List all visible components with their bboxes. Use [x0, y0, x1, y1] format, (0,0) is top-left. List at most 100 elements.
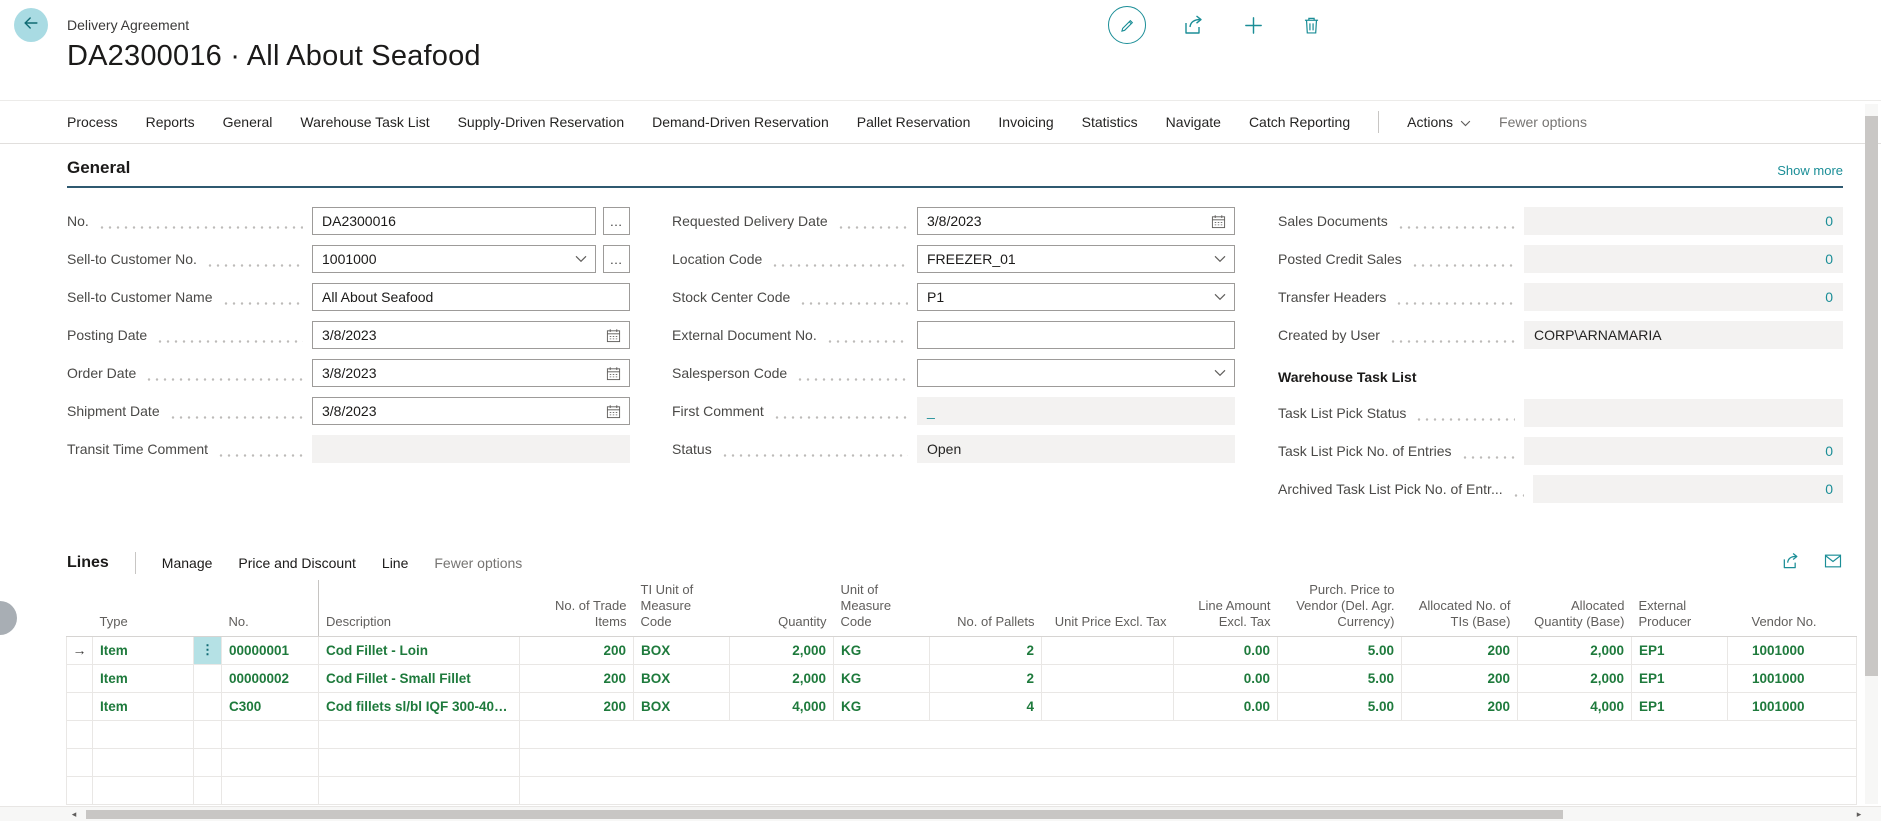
menu-item-catch-reporting[interactable]: Catch Reporting [1249, 114, 1350, 130]
col-purch-price-to-vendor[interactable]: Purch. Price to Vendor (Del. Agr. Curren… [1278, 580, 1402, 636]
cell-pallets[interactable]: 2 [930, 664, 1042, 692]
cell-allocated-tis[interactable]: 200 [1402, 664, 1518, 692]
transfer-headers-drilldown[interactable]: 0 [1825, 289, 1833, 305]
cell-purch-price[interactable]: 5.00 [1278, 636, 1402, 664]
menu-item-pallet-reservation[interactable]: Pallet Reservation [857, 114, 971, 130]
cell-line-amount[interactable]: 0.00 [1174, 636, 1278, 664]
cell-allocated-qty[interactable]: 2,000 [1518, 636, 1632, 664]
cell-description[interactable]: Cod Fillet - Small Fillet [319, 664, 520, 692]
menu-item-reports[interactable]: Reports [146, 114, 195, 130]
salesperson-code-input[interactable] [917, 359, 1235, 387]
edit-button[interactable] [1108, 6, 1146, 44]
cell-type[interactable]: Item [93, 692, 194, 720]
breadcrumb[interactable]: Delivery Agreement [67, 17, 189, 33]
menu-item-supply-driven-reservation[interactable]: Supply-Driven Reservation [458, 114, 625, 130]
horizontal-scrollbar[interactable]: ◂ ▸ [0, 806, 1881, 821]
show-more-link[interactable]: Show more [1777, 163, 1843, 178]
col-description[interactable]: Description [319, 580, 520, 636]
vertical-scrollbar[interactable] [1865, 104, 1878, 804]
cell-purch-price[interactable]: 5.00 [1278, 692, 1402, 720]
requested-delivery-date-input[interactable] [917, 207, 1235, 235]
back-button[interactable] [14, 8, 48, 42]
cell-no[interactable]: C300 [222, 692, 319, 720]
sell-to-customer-no-input[interactable] [312, 245, 596, 273]
row-menu-cell[interactable] [194, 692, 222, 720]
cell-unit-price[interactable] [1042, 636, 1174, 664]
cell-allocated-qty[interactable]: 2,000 [1518, 664, 1632, 692]
cell-quantity[interactable]: 2,000 [730, 636, 834, 664]
share-button[interactable] [1182, 13, 1206, 37]
col-no[interactable]: No. [222, 580, 319, 636]
lines-fewer-options[interactable]: Fewer options [434, 555, 522, 571]
posted-credit-sales-drilldown[interactable]: 0 [1825, 251, 1833, 267]
sales-documents-drilldown[interactable]: 0 [1825, 213, 1833, 229]
row-menu-cell[interactable] [194, 664, 222, 692]
cell-description[interactable]: Cod fillets sl/bl IQF 300-400 ... [319, 692, 520, 720]
delete-button[interactable] [1301, 15, 1322, 36]
sell-to-customer-name-input[interactable] [312, 283, 630, 311]
share-icon[interactable] [1781, 551, 1801, 574]
cell-uom[interactable]: KG [834, 636, 930, 664]
cell-pallets[interactable]: 4 [930, 692, 1042, 720]
cell-allocated-tis[interactable]: 200 [1402, 636, 1518, 664]
col-quantity[interactable]: Quantity [730, 580, 834, 636]
horizontal-scrollbar-thumb[interactable] [86, 810, 1563, 819]
cell-quantity[interactable]: 4,000 [730, 692, 834, 720]
scroll-left-icon[interactable]: ◂ [66, 807, 82, 822]
cell-vendor-no[interactable]: 1001000 [1728, 692, 1857, 720]
col-ti-unit-of-measure-code[interactable]: TI Unit of Measure Code [634, 580, 730, 636]
no-assist-button[interactable]: … [603, 207, 630, 235]
menu-item-process[interactable]: Process [67, 114, 118, 130]
stock-center-code-input[interactable] [917, 283, 1235, 311]
menu-item-warehouse-task-list[interactable]: Warehouse Task List [300, 114, 429, 130]
col-no-of-pallets[interactable]: No. of Pallets [930, 580, 1042, 636]
menu-item-demand-driven-reservation[interactable]: Demand-Driven Reservation [652, 114, 829, 130]
task-list-pick-entries-drilldown[interactable]: 0 [1825, 443, 1833, 459]
cell-trade-items[interactable]: 200 [520, 636, 634, 664]
location-code-input[interactable] [917, 245, 1235, 273]
cell-quantity[interactable]: 2,000 [730, 664, 834, 692]
cell-uom[interactable]: KG [834, 692, 930, 720]
col-allocated-no-of-tis[interactable]: Allocated No. of TIs (Base) [1402, 580, 1518, 636]
col-type[interactable]: Type [93, 580, 194, 636]
cell-line-amount[interactable]: 0.00 [1174, 664, 1278, 692]
col-no-of-trade-items[interactable]: No. of Trade Items [520, 580, 634, 636]
menu-item-invoicing[interactable]: Invoicing [998, 114, 1053, 130]
mail-icon[interactable] [1823, 551, 1843, 574]
cell-line-amount[interactable]: 0.00 [1174, 692, 1278, 720]
menu-item-navigate[interactable]: Navigate [1166, 114, 1221, 130]
col-line-amount-excl-tax[interactable]: Line Amount Excl. Tax [1174, 580, 1278, 636]
cell-allocated-tis[interactable]: 200 [1402, 692, 1518, 720]
cell-unit-price[interactable] [1042, 664, 1174, 692]
cell-ti-uom[interactable]: BOX [634, 636, 730, 664]
cell-trade-items[interactable]: 200 [520, 692, 634, 720]
cell-ti-uom[interactable]: BOX [634, 664, 730, 692]
cell-uom[interactable]: KG [834, 664, 930, 692]
lines-menu-manage[interactable]: Manage [162, 555, 213, 571]
cell-description[interactable]: Cod Fillet - Loin [319, 636, 520, 664]
menu-item-statistics[interactable]: Statistics [1082, 114, 1138, 130]
cell-unit-price[interactable] [1042, 692, 1174, 720]
vertical-scrollbar-thumb[interactable] [1865, 116, 1878, 676]
cell-vendor-no[interactable]: 1001000 [1728, 636, 1857, 664]
sell-to-customer-assist-button[interactable]: … [603, 245, 630, 273]
cell-vendor-no[interactable]: 1001000 [1728, 664, 1857, 692]
archived-task-list-pick-drilldown[interactable]: 0 [1825, 481, 1833, 497]
col-unit-price-excl-tax[interactable]: Unit Price Excl. Tax [1042, 580, 1174, 636]
col-allocated-quantity[interactable]: Allocated Quantity (Base) [1518, 580, 1632, 636]
cell-pallets[interactable]: 2 [930, 636, 1042, 664]
first-comment-link[interactable]: _ [927, 403, 935, 419]
cell-no[interactable]: 00000001 [222, 636, 319, 664]
col-vendor-no[interactable]: Vendor No. [1728, 580, 1857, 636]
add-button[interactable] [1242, 14, 1265, 37]
cell-trade-items[interactable]: 200 [520, 664, 634, 692]
cell-type[interactable]: Item [93, 664, 194, 692]
order-date-input[interactable] [312, 359, 630, 387]
col-unit-of-measure-code[interactable]: Unit of Measure Code [834, 580, 930, 636]
menu-item-general[interactable]: General [223, 114, 273, 130]
cell-allocated-qty[interactable]: 4,000 [1518, 692, 1632, 720]
scroll-right-icon[interactable]: ▸ [1851, 807, 1867, 822]
side-pane-handle[interactable] [0, 601, 17, 635]
cell-external-producer[interactable]: EP1 [1632, 636, 1728, 664]
row-menu-kebab-icon[interactable]: ⋮ [194, 636, 222, 664]
